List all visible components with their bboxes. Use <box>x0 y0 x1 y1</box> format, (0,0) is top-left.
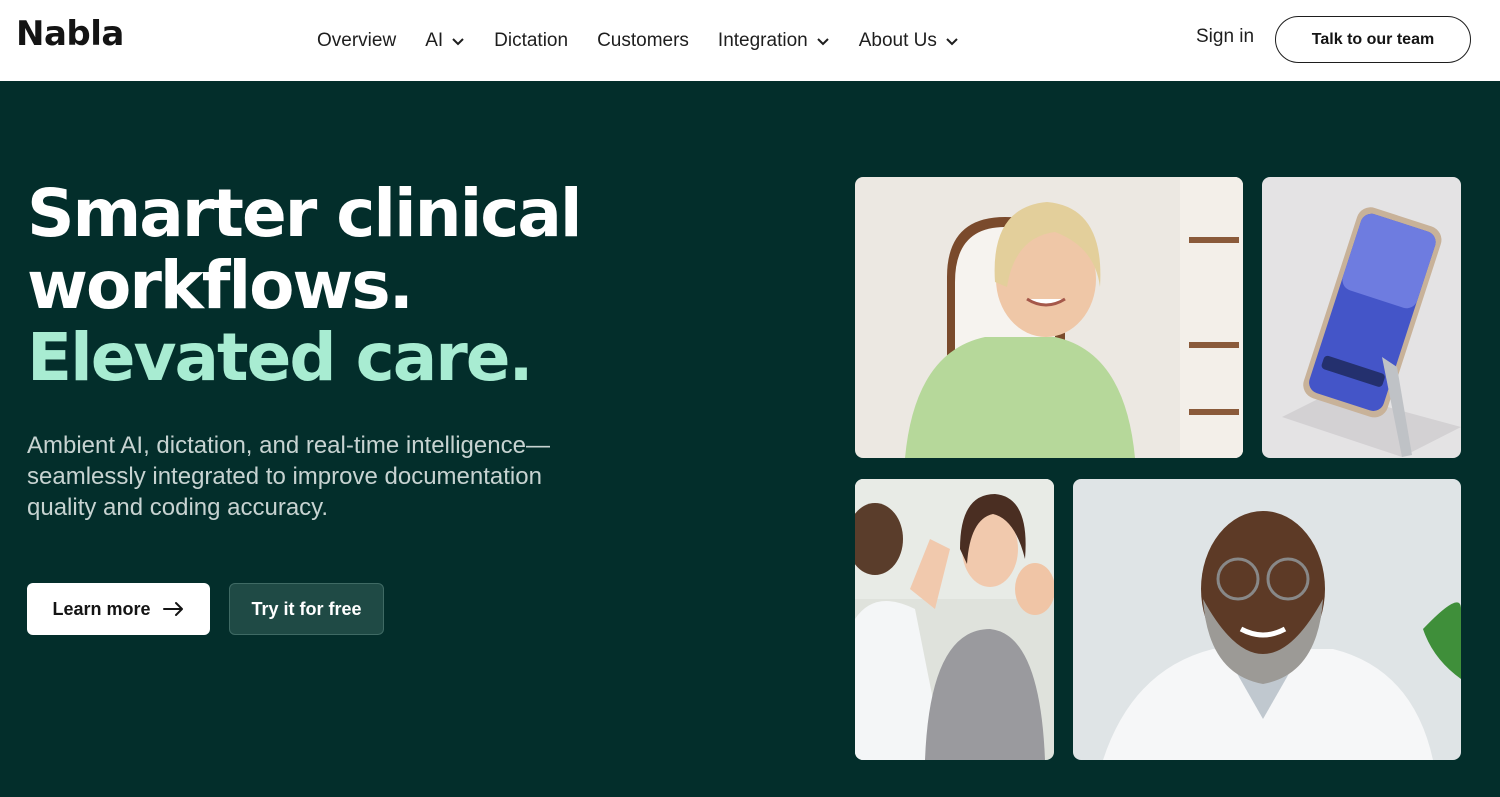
headline-line-2: workflows. <box>27 247 414 324</box>
hero-headline: Smarter clinical workflows. Elevated car… <box>27 178 747 394</box>
nav-item-label: About Us <box>858 29 937 51</box>
phone-on-stand-photo <box>1262 177 1461 458</box>
doctor-high-five-family-photo <box>855 479 1054 760</box>
chevron-down-icon <box>817 37 829 45</box>
talk-to-team-button[interactable]: Talk to our team <box>1275 16 1471 63</box>
headline-line-1: Smarter clinical <box>27 175 583 252</box>
nav-item-ai[interactable]: AI <box>425 30 465 52</box>
main-nav: Overview AI Dictation Customers Integrat… <box>317 0 988 81</box>
chevron-down-icon <box>946 37 958 45</box>
brand-logo[interactable]: Nabla <box>16 14 124 54</box>
hero-subtitle: Ambient AI, dictation, and real-time int… <box>27 432 550 521</box>
smiling-doctor-glasses-photo <box>1073 479 1461 760</box>
nav-item-label: Overview <box>317 29 397 51</box>
nav-item-customers[interactable]: Customers <box>597 30 689 52</box>
top-navigation-bar: Nabla Overview AI Dictation Customers In… <box>0 0 1500 81</box>
headline-accent: Elevated care. <box>27 319 534 396</box>
smiling-woman-green-sweater-photo <box>855 177 1243 458</box>
try-for-free-button[interactable]: Try it for free <box>229 583 384 635</box>
nav-item-dictation[interactable]: Dictation <box>494 30 568 52</box>
nav-item-integration[interactable]: Integration <box>718 30 830 52</box>
nav-item-label: Dictation <box>494 29 569 51</box>
nav-item-label: Customers <box>597 29 689 51</box>
chevron-down-icon <box>452 37 464 45</box>
nav-item-overview[interactable]: Overview <box>317 30 396 52</box>
learn-more-label: Learn more <box>52 598 151 619</box>
nav-item-label: Integration <box>717 29 808 51</box>
arrow-right-icon <box>162 602 183 616</box>
nav-item-label: AI <box>425 29 444 51</box>
nav-item-about-us[interactable]: About Us <box>859 30 959 52</box>
sign-in-link[interactable]: Sign in <box>1196 26 1254 48</box>
learn-more-button[interactable]: Learn more <box>27 583 210 635</box>
